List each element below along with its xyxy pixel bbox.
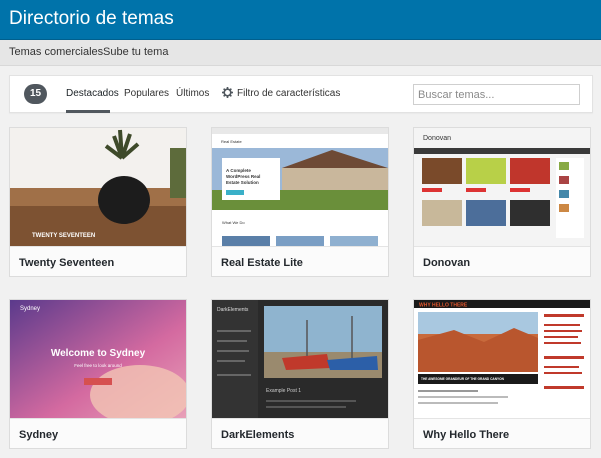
preview-brand: Sydney xyxy=(20,306,40,312)
theme-card-why-hello-there[interactable]: WHY HELLO THERE THE AWESOME GRANDEUR OF … xyxy=(413,299,591,449)
theme-card-sydney[interactable]: Sydney Welcome to Sydney Feel free to lo… xyxy=(9,299,187,449)
theme-screenshot: WHY HELLO THERE THE AWESOME GRANDEUR OF … xyxy=(414,300,590,418)
theme-name: DarkElements xyxy=(212,418,388,448)
page-title: Directorio de temas xyxy=(9,8,174,29)
theme-card-darkelements[interactable]: DarkElements Example Post 1 DarkElements xyxy=(211,299,389,449)
commercial-themes-link[interactable]: Temas comerciales xyxy=(9,46,103,58)
tab-popular[interactable]: Populares xyxy=(124,88,169,99)
theme-screenshot: DarkElements Example Post 1 xyxy=(212,300,388,418)
theme-card-donovan[interactable]: Donovan Donovan xyxy=(413,127,591,277)
preview-post: THE AWESOME GRANDEUR OF THE GRAND CANYON xyxy=(421,377,505,381)
gear-icon xyxy=(222,87,233,98)
tab-featured[interactable]: Destacados xyxy=(66,88,119,99)
preview-title: TWENTY SEVENTEEN xyxy=(32,233,95,239)
preview-post: Example Post 1 xyxy=(266,388,301,394)
search-themes-input[interactable] xyxy=(413,84,580,105)
svg-text:A Complete: A Complete xyxy=(226,168,251,173)
upload-theme-link[interactable]: Sube tu tema xyxy=(103,46,168,58)
active-tab-indicator xyxy=(66,110,110,113)
preview-title: Donovan xyxy=(423,135,451,142)
theme-count-badge: 15 xyxy=(24,84,47,104)
sub-navigation: Temas comerciales Sube tu tema xyxy=(0,40,601,66)
theme-card-real-estate-lite[interactable]: Real Estate A Complete WordPress Real Es… xyxy=(211,127,389,277)
preview-title: DarkElements xyxy=(217,307,249,313)
preview-brand: Real Estate xyxy=(221,139,242,144)
svg-text:Estate Solution: Estate Solution xyxy=(226,180,259,185)
feature-filter-button[interactable]: Filtro de características xyxy=(237,88,340,99)
theme-name: Why Hello There xyxy=(414,418,590,448)
theme-filter-bar: 15 Destacados Populares Últimos Filtro d… xyxy=(9,75,593,113)
tab-latest[interactable]: Últimos xyxy=(176,88,209,99)
theme-card-twenty-seventeen[interactable]: TWENTY SEVENTEEN Twenty Seventeen xyxy=(9,127,187,277)
theme-name: Real Estate Lite xyxy=(212,246,388,276)
svg-text:WordPress Real: WordPress Real xyxy=(226,174,260,179)
theme-screenshot: Donovan xyxy=(414,128,590,246)
preview-title: WHY HELLO THERE xyxy=(419,303,468,309)
theme-name: Twenty Seventeen xyxy=(10,246,186,276)
theme-name: Sydney xyxy=(10,418,186,448)
preview-title: Welcome to Sydney xyxy=(51,348,146,359)
preview-subtitle: Feel free to look around xyxy=(74,363,122,368)
theme-name: Donovan xyxy=(414,246,590,276)
preview-section: What We Do xyxy=(222,220,245,225)
theme-screenshot: Sydney Welcome to Sydney Feel free to lo… xyxy=(10,300,186,418)
theme-screenshot: TWENTY SEVENTEEN xyxy=(10,128,186,246)
theme-screenshot: Real Estate A Complete WordPress Real Es… xyxy=(212,128,388,246)
page-header: Directorio de temas xyxy=(0,0,601,40)
